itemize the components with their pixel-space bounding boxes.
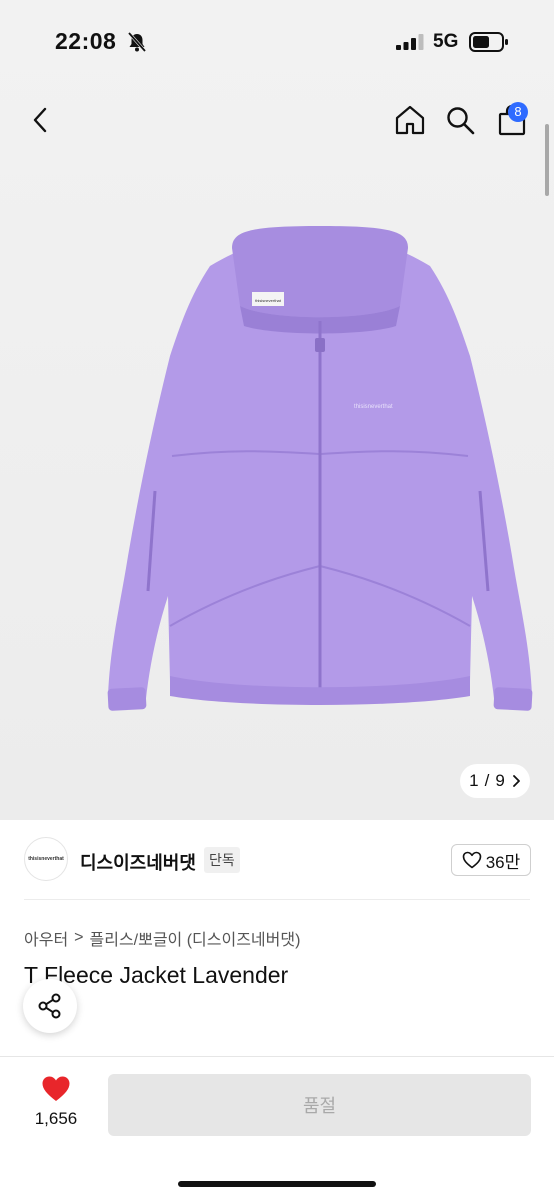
chevron-right-icon [512, 775, 520, 787]
cart-count-badge: 8 [508, 102, 528, 122]
home-button[interactable] [388, 96, 432, 144]
scrollbar[interactable] [545, 124, 549, 196]
share-icon [38, 993, 61, 1019]
battery-icon [469, 32, 508, 52]
cellular-signal-icon [396, 34, 424, 50]
bell-slash-icon [127, 32, 147, 52]
share-button[interactable] [23, 979, 77, 1033]
product-image[interactable]: thisisneverthat thisisneverthat [100, 226, 540, 726]
current-page: 1 [469, 771, 479, 790]
bottom-action-bar: 1,656 품절 [0, 1056, 554, 1200]
heart-outline-icon [462, 851, 482, 869]
wish-button[interactable]: 1,656 [28, 1075, 84, 1129]
exclusive-badge: 단독 [204, 847, 240, 873]
brand-logo-text: thisisneverthat [28, 856, 64, 862]
soldout-button[interactable]: 품절 [108, 1074, 531, 1136]
breadcrumb: 아우터 > 플리스/뽀글이 (디스이즈네버댓) [24, 926, 300, 950]
back-button[interactable] [18, 96, 62, 144]
page-separator: / [484, 771, 490, 790]
breadcrumb-separator: > [74, 929, 84, 946]
breadcrumb-subcategory[interactable]: 플리스/뽀글이 (디스이즈네버댓) [90, 926, 301, 950]
home-icon [395, 105, 425, 135]
brand-like-button[interactable]: 36만 [451, 844, 531, 876]
svg-text:thisisneverthat: thisisneverthat [255, 298, 282, 303]
breadcrumb-category[interactable]: 아우터 [24, 926, 68, 950]
brand-logo[interactable]: thisisneverthat [24, 837, 68, 881]
heart-filled-icon [42, 1076, 70, 1101]
gallery-page-counter[interactable]: 1 / 9 [460, 764, 530, 798]
status-time: 22:08 [55, 28, 117, 54]
wish-count: 1,656 [34, 1109, 78, 1128]
svg-text:thisisneverthat: thisisneverthat [354, 404, 393, 410]
search-button[interactable] [438, 96, 482, 144]
chevron-left-icon [33, 107, 47, 133]
home-indicator[interactable] [178, 1181, 376, 1187]
status-bar: 22:08 5G [0, 0, 554, 84]
top-nav [0, 96, 554, 146]
total-pages: 9 [495, 771, 505, 790]
divider [24, 899, 530, 900]
brand-like-count: 36만 [485, 852, 521, 872]
search-icon [447, 107, 475, 135]
brand-name[interactable]: 디스이즈네버댓 [80, 849, 196, 875]
network-label: 5G [433, 31, 459, 52]
brand-row: thisisneverthat 디스이즈네버댓 단독 36만 [0, 822, 554, 898]
